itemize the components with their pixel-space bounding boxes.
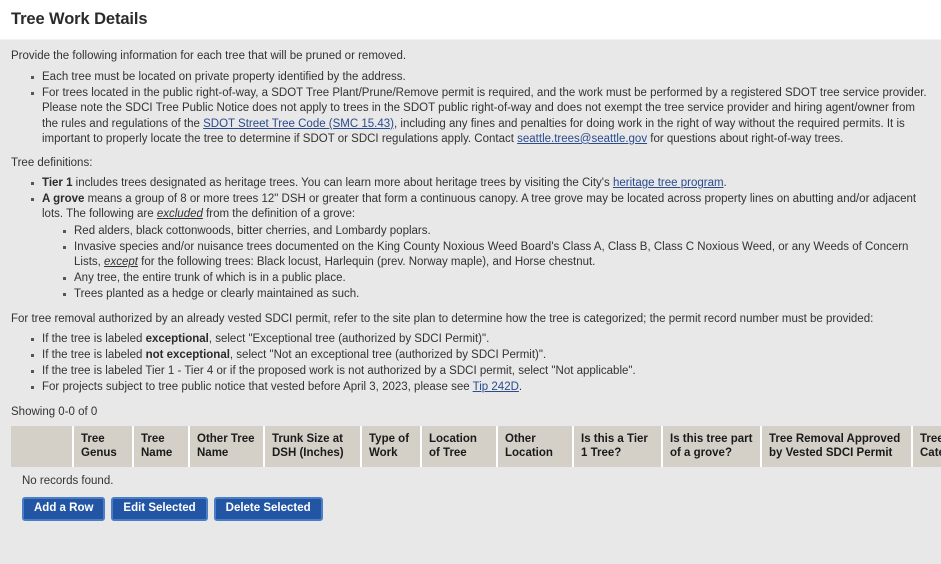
record-count-label: Showing 0-0 of 0 [11,406,98,419]
vested-permit-list: If the tree is labeled exceptional, sele… [11,332,930,396]
list-item-grove: A grove means a group of 8 or more trees… [31,192,930,303]
exceptional-label: exceptional [145,332,209,345]
vested-2-text: If the tree is labeled Tier 1 - Tier 4 o… [42,365,636,378]
add-a-row-button[interactable]: Add a Row [22,497,106,522]
excluded-emphasis: excluded [156,208,203,221]
list-item-tier1: Tier 1 includes trees designated as heri… [31,176,930,191]
vested-0-text-a: If the tree is labeled [42,332,146,345]
grid-action-buttons: Add a Row Edit Selected Delete Selected [11,497,930,522]
tree-definitions-lead: Tree definitions: [11,157,93,170]
column-header-other-location[interactable]: Other Location [497,426,574,468]
excluded-3-text: Trees planted as a hedge or clearly main… [74,288,360,301]
column-header-other-tree-name[interactable]: Other Tree Name [189,426,265,468]
excluded-list: Red alders, black cottonwoods, bitter ch… [42,224,930,303]
list-item: For trees located in the public right-of… [31,86,930,147]
except-emphasis: except [104,256,138,269]
vested-3-text-b: . [518,381,523,394]
page-content: Provide the following information for ea… [0,40,941,522]
tip-242d-link[interactable]: Tip 242D [473,381,519,393]
column-header-location-of-tree[interactable]: Location of Tree [421,426,498,468]
table-header-row: Tree Genus Tree Name Other Tree Name Tru… [11,426,941,468]
tree-work-table: Tree Genus Tree Name Other Tree Name Tru… [11,426,941,494]
list-item: Any tree, the entire trunk of which is i… [63,271,930,286]
page-header: Tree Work Details [0,0,941,40]
vested-0-text-b: , select "Exceptional tree (authorized b… [208,332,490,345]
heritage-tree-program-link[interactable]: heritage tree program [613,177,724,189]
edit-selected-button[interactable]: Edit Selected [111,497,208,522]
list-item: Trees planted as a hedge or clearly main… [63,287,930,302]
tier-1-label: Tier 1 [42,177,73,190]
column-header-is-tier-1-tree[interactable]: Is this a Tier 1 Tree? [573,426,663,468]
no-records-message: No records found. [11,467,941,494]
tree-work-grid: Tree Genus Tree Name Other Tree Name Tru… [11,426,941,494]
page-title: Tree Work Details [11,10,148,28]
column-header-trunk-size[interactable]: Trunk Size at DSH (Inches) [264,426,362,468]
intro-bullet-list: Each tree must be located on private pro… [11,70,930,147]
column-header-is-part-of-grove[interactable]: Is this tree part of a grove? [662,426,762,468]
intro-lead: Provide the following information for ea… [11,50,407,62]
list-item: Red alders, black cottonwoods, bitter ch… [63,224,930,239]
list-item: Each tree must be located on private pro… [31,70,930,85]
vested-3-text-a: For projects subject to tree public noti… [42,381,473,394]
grove-label: A grove [42,193,85,206]
sdot-street-tree-code-link[interactable]: SDOT Street Tree Code (SMC 15.43) [203,118,394,130]
column-header-type-of-work[interactable]: Type of Work [361,426,422,468]
excluded-0-text: Red alders, black cottonwoods, bitter ch… [74,224,431,237]
seattle-trees-email-link[interactable]: seattle.trees@seattle.gov [517,133,647,145]
list-item: If the tree is labeled exceptional, sele… [31,332,930,347]
list-item: If the tree is labeled Tier 1 - Tier 4 o… [31,364,930,379]
tier-1-text-a: includes trees designated as heritage tr… [72,177,613,190]
vested-1-text-b: , select "Not an exceptional tree (autho… [229,348,547,361]
tier-1-text-b: . [723,177,727,190]
column-header-tree-genus[interactable]: Tree Genus [73,426,134,468]
tree-definitions-list: Tier 1 includes trees designated as heri… [11,176,930,303]
excluded-1-text-b: for the following trees: Black locust, H… [137,256,596,269]
list-item: If the tree is labeled not exceptional, … [31,348,930,363]
intro-bullet-0-text: Each tree must be located on private pro… [42,71,406,83]
delete-selected-button[interactable]: Delete Selected [213,497,323,522]
column-header-tree-name[interactable]: Tree Name [133,426,190,468]
excluded-2-text: Any tree, the entire trunk of which is i… [74,272,346,285]
vested-1-text-a: If the tree is labeled [42,348,146,361]
column-header-select[interactable] [11,426,74,468]
intro-bullet-1-text-c: for questions about right-of-way trees. [647,132,844,145]
table-empty-row: No records found. [11,467,941,494]
not-exceptional-label: not exceptional [145,348,230,361]
grove-text-b: from the definition of a grove: [202,208,356,221]
vested-permit-lead: For tree removal authorized by an alread… [11,312,874,325]
list-item: Invasive species and/or nuisance trees d… [63,240,930,270]
column-header-tree-removal-approved[interactable]: Tree Removal Approved by Vested SDCI Per… [761,426,913,468]
list-item: For projects subject to tree public noti… [31,380,930,395]
column-header-tree-category[interactable]: Tree Category [912,426,941,468]
